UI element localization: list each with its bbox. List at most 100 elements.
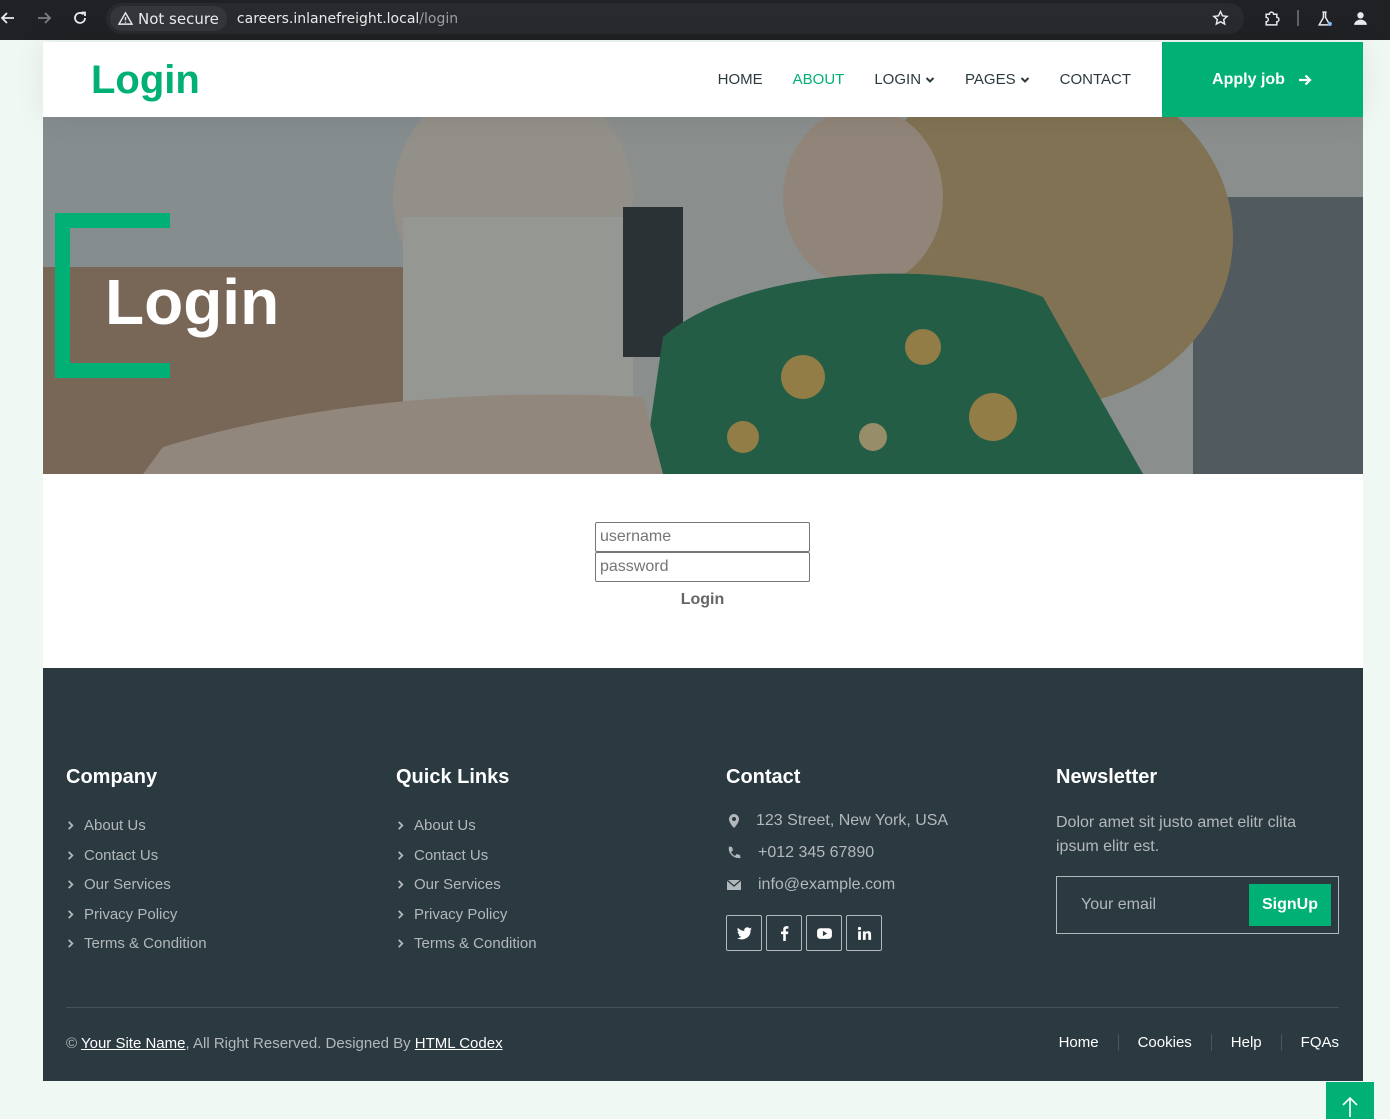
footer-company-title: Company bbox=[66, 766, 158, 788]
back-arrow-icon bbox=[0, 12, 14, 24]
menu-separator bbox=[1280, 1034, 1282, 1051]
apply-job-button[interactable]: Apply job bbox=[1162, 42, 1363, 117]
twitter-icon bbox=[736, 926, 752, 939]
footer-link[interactable]: Our Services bbox=[66, 870, 207, 900]
footer-link-label: Contact Us bbox=[414, 846, 489, 864]
reload-button[interactable] bbox=[62, 0, 98, 36]
contact-phone-text: +012 345 67890 bbox=[758, 844, 875, 861]
signup-button[interactable]: SignUp bbox=[1249, 884, 1331, 926]
warning-icon bbox=[118, 11, 133, 25]
phone-icon bbox=[728, 846, 741, 859]
nav-login[interactable]: LOGIN bbox=[874, 71, 935, 88]
footer-link-label: Privacy Policy bbox=[414, 905, 508, 923]
nav-login-label: LOGIN bbox=[874, 71, 922, 88]
footer-quick-links: Quick Links About Us Contact Us Our Serv… bbox=[396, 766, 537, 959]
chevron-right-icon bbox=[68, 821, 74, 830]
footer-link[interactable]: About Us bbox=[396, 811, 537, 841]
linkedin-button[interactable] bbox=[846, 915, 882, 951]
person-icon bbox=[1354, 11, 1367, 25]
chevron-right-icon bbox=[398, 821, 404, 830]
chevron-down-icon bbox=[1020, 76, 1029, 83]
contact-address-text: 123 Street, New York, USA bbox=[756, 812, 949, 829]
url-text: careers.inlanefreight.local/login bbox=[237, 11, 458, 27]
arrow-right-icon bbox=[1298, 74, 1312, 85]
page-title: Login bbox=[105, 266, 280, 338]
nav-contact[interactable]: CONTACT bbox=[1060, 71, 1131, 88]
back-button[interactable] bbox=[0, 0, 26, 36]
forward-arrow-icon bbox=[38, 12, 52, 24]
footer-link[interactable]: Contact Us bbox=[396, 841, 537, 871]
username-input[interactable] bbox=[595, 522, 810, 552]
site-container: Login HOME ABOUT LOGIN PAGES CONTACT App… bbox=[43, 42, 1363, 1081]
nav-about-label: ABOUT bbox=[792, 71, 845, 88]
chevron-right-icon bbox=[68, 851, 74, 860]
copyright-symbol: © bbox=[66, 1035, 78, 1052]
apply-job-label: Apply job bbox=[1212, 70, 1285, 88]
footer-link[interactable]: Privacy Policy bbox=[66, 900, 207, 930]
footer-link[interactable]: Contact Us bbox=[66, 841, 207, 871]
password-input[interactable] bbox=[595, 552, 810, 582]
nav-pages[interactable]: PAGES bbox=[965, 71, 1030, 88]
address-bar[interactable]: Not secure careers.inlanefreight.local/l… bbox=[106, 3, 1244, 34]
youtube-button[interactable] bbox=[806, 915, 842, 951]
footer-contact: Contact 123 Street, New York, USA +012 3… bbox=[726, 766, 948, 951]
nav-pages-label: PAGES bbox=[965, 71, 1016, 88]
login-button[interactable]: Login bbox=[595, 591, 810, 609]
footer-link[interactable]: Privacy Policy bbox=[396, 900, 537, 930]
nav-menu: HOME ABOUT LOGIN PAGES CONTACT bbox=[688, 42, 1131, 117]
puzzle-icon bbox=[1265, 10, 1280, 26]
nav-contact-label: CONTACT bbox=[1059, 71, 1131, 88]
chevron-right-icon bbox=[398, 939, 404, 948]
footer-menu-help[interactable]: Help bbox=[1231, 1034, 1262, 1051]
contact-email: info@example.com bbox=[726, 869, 948, 901]
flask-icon bbox=[1317, 10, 1332, 26]
nav-about[interactable]: ABOUT bbox=[793, 71, 845, 88]
extensions-button[interactable] bbox=[1263, 0, 1280, 36]
footer-quick-links-title: Quick Links bbox=[396, 766, 510, 788]
facebook-icon bbox=[780, 925, 788, 941]
footer-contact-title: Contact bbox=[726, 766, 801, 788]
bookmark-star-icon[interactable] bbox=[1212, 10, 1229, 27]
footer-link-label: Terms & Condition bbox=[84, 935, 207, 953]
newsletter-text: Dolor amet sit justo amet elitr clita ip… bbox=[1056, 814, 1297, 855]
site-name-link[interactable]: Your Site Name bbox=[81, 1035, 186, 1052]
footer-menu-fqas[interactable]: FQAs bbox=[1301, 1034, 1339, 1051]
footer-newsletter-title: Newsletter bbox=[1056, 766, 1158, 788]
browser-toolbar: Not secure careers.inlanefreight.local/l… bbox=[0, 0, 1390, 40]
chevron-right-icon bbox=[68, 880, 74, 889]
footer-menu-home[interactable]: Home bbox=[1059, 1034, 1099, 1051]
footer: Company About Us Contact Us Our Services… bbox=[43, 668, 1363, 1081]
footer-link[interactable]: Our Services bbox=[396, 870, 537, 900]
security-chip[interactable]: Not secure bbox=[110, 6, 227, 31]
toolbar-divider bbox=[1297, 10, 1299, 26]
profile-button[interactable] bbox=[1352, 0, 1369, 36]
facebook-button[interactable] bbox=[766, 915, 802, 951]
social-links bbox=[726, 915, 948, 951]
footer-company: Company About Us Contact Us Our Services… bbox=[66, 766, 207, 959]
nav-home[interactable]: HOME bbox=[718, 71, 763, 88]
reload-icon bbox=[74, 11, 86, 24]
security-label: Not secure bbox=[138, 9, 219, 28]
chevron-right-icon bbox=[398, 910, 404, 919]
linkedin-icon bbox=[857, 926, 871, 940]
chevron-right-icon bbox=[68, 910, 74, 919]
newsletter-email-input[interactable] bbox=[1057, 877, 1237, 933]
labs-button[interactable] bbox=[1316, 0, 1333, 36]
brand-logo[interactable]: Login bbox=[91, 58, 200, 103]
footer-link[interactable]: About Us bbox=[66, 811, 207, 841]
forward-button[interactable] bbox=[26, 0, 62, 36]
footer-link-label: Our Services bbox=[414, 876, 501, 894]
back-to-top-button[interactable] bbox=[1326, 1082, 1374, 1119]
hero-banner: Login bbox=[43, 117, 1363, 474]
arrow-up-icon bbox=[1342, 1096, 1358, 1117]
copyright: © Your Site Name, All Right Reserved. De… bbox=[66, 1035, 503, 1052]
footer-link[interactable]: Terms & Condition bbox=[66, 929, 207, 959]
contact-email-text: info@example.com bbox=[758, 876, 896, 893]
twitter-button[interactable] bbox=[726, 915, 762, 951]
footer-divider bbox=[66, 1007, 1339, 1008]
footer-menu-cookies[interactable]: Cookies bbox=[1138, 1034, 1192, 1051]
menu-separator bbox=[1117, 1034, 1119, 1051]
designer-link[interactable]: HTML Codex bbox=[415, 1035, 503, 1052]
footer-link-label: About Us bbox=[84, 817, 146, 835]
footer-link[interactable]: Terms & Condition bbox=[396, 929, 537, 959]
